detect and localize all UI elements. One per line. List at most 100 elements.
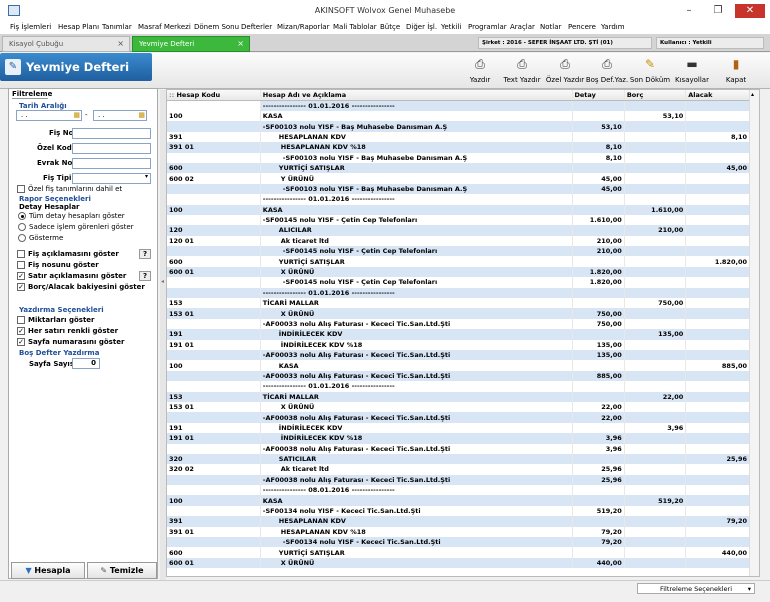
- table-row[interactable]: 120 ALICILAR 210,00: [167, 225, 750, 236]
- fis-aciklamasi-checkbox[interactable]: [17, 250, 25, 258]
- radio-gosterme[interactable]: [18, 234, 26, 242]
- table-row[interactable]: 391 01 HESAPLANAN KDV %18 8,10: [167, 142, 750, 153]
- menu-butce[interactable]: Bütçe: [380, 23, 400, 31]
- table-row[interactable]: ---------------- 01.01.2016 ------------…: [167, 100, 750, 111]
- table-row[interactable]: 191 İNDİRİLECEK KDV 3,96: [167, 422, 750, 434]
- tab-yevmiye-defteri[interactable]: Yevmiye Defteri ×: [132, 36, 250, 52]
- menu-masraf-merkezi[interactable]: Masraf Merkezi: [138, 23, 191, 31]
- table-row[interactable]: 600 01 X ÜRÜNÜ 1.820,00: [167, 266, 750, 278]
- col-borc[interactable]: Borç: [624, 90, 687, 101]
- table-row[interactable]: 100 KASA 1.610,00: [167, 204, 750, 215]
- filter-options-dropdown[interactable]: Filtreleme Seçenekleri ▾: [637, 583, 755, 594]
- table-row[interactable]: 391 01 HESAPLANAN KDV %18 79,20: [167, 526, 750, 538]
- table-row[interactable]: -AF00038 nolu Alış Faturası - Kececi Tic…: [167, 443, 750, 454]
- menu-araclar[interactable]: Araçlar: [510, 23, 535, 31]
- table-row[interactable]: -SF00103 nolu YISF - Baş Muhasebe Danısm…: [167, 152, 750, 163]
- bakiye-checkbox[interactable]: ✓: [17, 283, 25, 291]
- help-button[interactable]: ?: [139, 271, 151, 281]
- date-from-input[interactable]: . . ▦: [16, 110, 82, 121]
- text-print-button[interactable]: ⎙ Text Yazdır: [500, 56, 544, 86]
- exit-button[interactable]: ▮ Kapat: [714, 56, 758, 86]
- fis-no-input[interactable]: [72, 128, 151, 139]
- table-row[interactable]: 600 YURTİÇİ SATIŞLAR 440,00: [167, 547, 750, 558]
- print-button[interactable]: ⎙ Yazdır: [458, 56, 502, 86]
- table-row[interactable]: 100 KASA 885,00: [167, 360, 750, 371]
- table-row[interactable]: -SF00103 nolu YISF - Baş Muhasebe Danısm…: [167, 183, 750, 195]
- table-row[interactable]: 100 KASA 53,10: [167, 111, 750, 122]
- menu-yardim[interactable]: Yardım: [601, 23, 625, 31]
- renkli-checkbox[interactable]: ✓: [17, 327, 25, 335]
- vertical-scrollbar[interactable]: ▴: [749, 90, 759, 576]
- table-row[interactable]: 391 HESAPLANAN KDV 8,10: [167, 131, 750, 143]
- menu-diger-isl[interactable]: Diğer İşl.: [406, 23, 437, 31]
- close-icon[interactable]: ×: [237, 39, 244, 48]
- ozel-fis-checkbox[interactable]: [17, 185, 25, 193]
- menu-donem-sonu[interactable]: Dönem Sonu: [194, 23, 239, 31]
- table-row[interactable]: -AF00038 nolu Alış Faturası - Kececi Tic…: [167, 412, 750, 423]
- menu-tanimlar[interactable]: Tanımlar: [102, 23, 132, 31]
- col-detay[interactable]: Detay: [572, 90, 625, 101]
- table-row[interactable]: 600 YURTİÇİ SATIŞLAR 1.820,00: [167, 256, 750, 267]
- col-alacak[interactable]: Alacak: [685, 90, 750, 101]
- miktar-checkbox[interactable]: [17, 316, 25, 324]
- sayfa-no-checkbox[interactable]: ✓: [17, 338, 25, 346]
- last-output-button[interactable]: ✎ Son Döküm: [628, 56, 672, 86]
- table-row[interactable]: -AF00033 nolu Alış Faturası - Kececi Tic…: [167, 349, 750, 361]
- temizle-button[interactable]: ✎ Temizle: [87, 562, 157, 579]
- table-row[interactable]: 391 HESAPLANAN KDV 79,20: [167, 516, 750, 527]
- table-row[interactable]: 153 TİCARİ MALLAR 22,00: [167, 391, 750, 402]
- close-button[interactable]: ✕: [735, 4, 765, 18]
- table-row[interactable]: 153 TİCARİ MALLAR 750,00: [167, 298, 750, 309]
- table-row[interactable]: 153 01 X ÜRÜNÜ 750,00: [167, 308, 750, 319]
- table-row[interactable]: 320 02 Ak ticaret ltd 25,96: [167, 464, 750, 475]
- evrak-no-input[interactable]: [72, 158, 151, 169]
- ozel-kodu-input[interactable]: [72, 143, 151, 154]
- blank-book-print-button[interactable]: ⎙ Boş Def.Yaz.: [585, 56, 629, 86]
- table-row[interactable]: -SF00134 nolu YISF - Kececi Tic.San.Ltd.…: [167, 537, 750, 548]
- menu-programlar[interactable]: Programlar: [468, 23, 507, 31]
- table-row[interactable]: 191 01 İNDİRİLECEK KDV %18 3,96: [167, 433, 750, 444]
- menu-hesap-plani[interactable]: Hesap Planı: [58, 23, 99, 31]
- table-row[interactable]: -SF00103 nolu YISF - Baş Muhasebe Danısm…: [167, 121, 750, 132]
- table-row[interactable]: 153 01 X ÜRÜNÜ 22,00: [167, 401, 750, 413]
- table-row[interactable]: -AF00038 nolu Alış Faturası - Kececi Tic…: [167, 474, 750, 486]
- table-row[interactable]: 320 SATICILAR 25,96: [167, 453, 750, 465]
- menu-pencere[interactable]: Pencere: [568, 23, 596, 31]
- table-row[interactable]: ---------------- 01.01.2016 ------------…: [167, 287, 750, 299]
- table-row[interactable]: -SF00145 nolu YISF - Çetin Cep Telefonla…: [167, 246, 750, 257]
- table-row[interactable]: -AF00033 nolu Alış Faturası - Kececi Tic…: [167, 318, 750, 330]
- calendar-icon[interactable]: ▦: [73, 111, 80, 119]
- table-row[interactable]: -SF00145 nolu YISF - Çetin Cep Telefonla…: [167, 277, 750, 288]
- menu-fis-islemleri[interactable]: Fiş İşlemleri: [10, 23, 51, 31]
- satir-aciklamasi-checkbox[interactable]: ✓: [17, 272, 25, 280]
- scroll-up-icon[interactable]: ▴: [751, 91, 754, 98]
- filter-tab[interactable]: Filtreleme: [12, 90, 52, 99]
- table-row[interactable]: ---------------- 08.01.2016 ------------…: [167, 485, 750, 496]
- close-icon[interactable]: ×: [117, 39, 124, 48]
- table-row[interactable]: 600 01 X ÜRÜNÜ 440,00: [167, 557, 750, 569]
- shortcuts-button[interactable]: ▬ Kısayollar: [670, 56, 714, 86]
- menu-defterler[interactable]: Defterler: [241, 23, 272, 31]
- menu-mizan-raporlar[interactable]: Mizan/Raporlar: [277, 23, 329, 31]
- sayfa-sayisi-input[interactable]: 0: [72, 358, 100, 369]
- table-row[interactable]: ---------------- 01.01.2016 ------------…: [167, 381, 750, 392]
- table-row[interactable]: ---------------- 01.01.2016 ------------…: [167, 194, 750, 205]
- collapse-icon[interactable]: ◂: [161, 278, 164, 285]
- table-row[interactable]: 600 YURTİÇİ SATIŞLAR 45,00: [167, 162, 750, 174]
- radio-sadece-islem[interactable]: [18, 223, 26, 231]
- table-row[interactable]: 191 İNDİRİLECEK KDV 135,00: [167, 329, 750, 340]
- menu-notlar[interactable]: Notlar: [540, 23, 561, 31]
- table-row[interactable]: 191 01 İNDİRİLECEK KDV %18 135,00: [167, 339, 750, 350]
- minimize-button[interactable]: –: [676, 4, 702, 18]
- tab-kisayol-cubugu[interactable]: Kisayol Çubuğu ×: [2, 36, 130, 52]
- table-row[interactable]: 120 01 Ak ticaret ltd 210,00: [167, 235, 750, 247]
- table-row[interactable]: -SF00134 nolu YISF - Kececi Tic.San.Ltd.…: [167, 505, 750, 517]
- fis-nosu-checkbox[interactable]: [17, 261, 25, 269]
- calendar-icon[interactable]: ▦: [138, 111, 145, 119]
- table-row[interactable]: 600 02 Y ÜRÜNÜ 45,00: [167, 173, 750, 184]
- hesapla-button[interactable]: ▼ Hesapla: [11, 562, 85, 579]
- radio-tum-detay[interactable]: [18, 212, 26, 220]
- menu-yetkili[interactable]: Yetkili: [441, 23, 461, 31]
- col-hesap-kodu[interactable]: :: Hesap Kodu: [167, 90, 261, 101]
- maximize-button[interactable]: ❐: [705, 4, 731, 18]
